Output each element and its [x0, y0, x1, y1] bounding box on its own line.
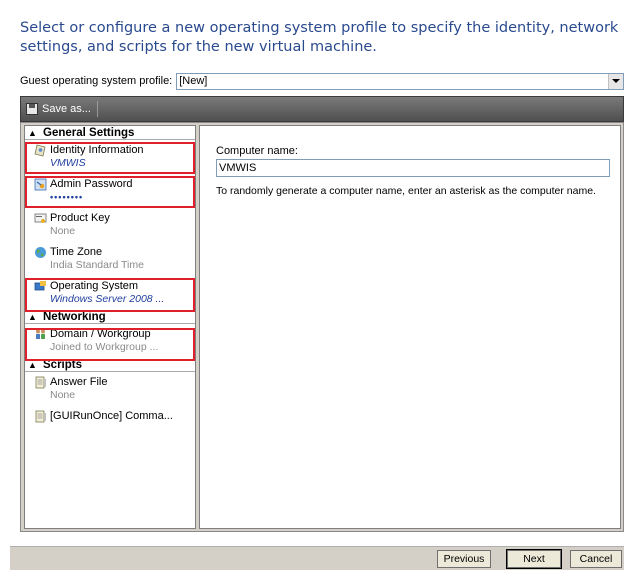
- toolbar-divider: [96, 101, 98, 117]
- previous-button[interactable]: Previous: [437, 550, 491, 568]
- profile-label: Guest operating system profile:: [20, 75, 173, 87]
- tree-item-answer-file[interactable]: Answer File None: [25, 372, 195, 406]
- globe-icon: [35, 247, 46, 258]
- highlight-operating-system: [25, 278, 195, 312]
- highlight-domain-workgroup: [25, 328, 195, 361]
- script-file-icon: [35, 410, 46, 423]
- page-description: Select or configure a new operating syst…: [20, 20, 619, 55]
- settings-tree: ▲ General Settings Identity Information …: [24, 125, 196, 529]
- section-networking[interactable]: ▲ Networking: [25, 310, 195, 324]
- profile-dropdown[interactable]: [New]: [176, 72, 624, 90]
- highlight-admin-password: [25, 176, 195, 208]
- cancel-button[interactable]: Cancel: [570, 550, 622, 568]
- collapse-icon[interactable]: ▲: [28, 126, 38, 140]
- toolbar: Save as...: [20, 96, 624, 122]
- profile-editor-panel: ▲ General Settings Identity Information …: [20, 122, 624, 532]
- profile-dropdown-value: [New]: [179, 75, 208, 87]
- profile-row: Guest operating system profile: [New]: [20, 72, 624, 90]
- next-button[interactable]: Next: [506, 549, 562, 569]
- computer-name-label: Computer name:: [216, 145, 298, 157]
- tree-item-product-key[interactable]: Product Key None: [25, 208, 195, 242]
- computer-name-hint: To randomly generate a computer name, en…: [216, 185, 596, 197]
- floppy-disk-icon: [26, 103, 38, 115]
- script-file-icon: [35, 376, 46, 389]
- section-general-settings[interactable]: ▲ General Settings: [25, 126, 195, 140]
- highlight-identity-information: [25, 142, 195, 174]
- tree-item-guirunonce-commands[interactable]: [GUIRunOnce] Comma...: [25, 406, 195, 440]
- tree-item-time-zone[interactable]: Time Zone India Standard Time: [25, 242, 195, 276]
- detail-pane: Computer name: To randomly generate a co…: [199, 125, 621, 529]
- product-key-icon: [34, 213, 47, 223]
- computer-name-input[interactable]: [216, 159, 610, 177]
- save-as-button[interactable]: Save as...: [42, 103, 91, 115]
- chevron-down-icon[interactable]: [608, 73, 623, 89]
- wizard-footer: Previous Next Cancel: [10, 546, 624, 570]
